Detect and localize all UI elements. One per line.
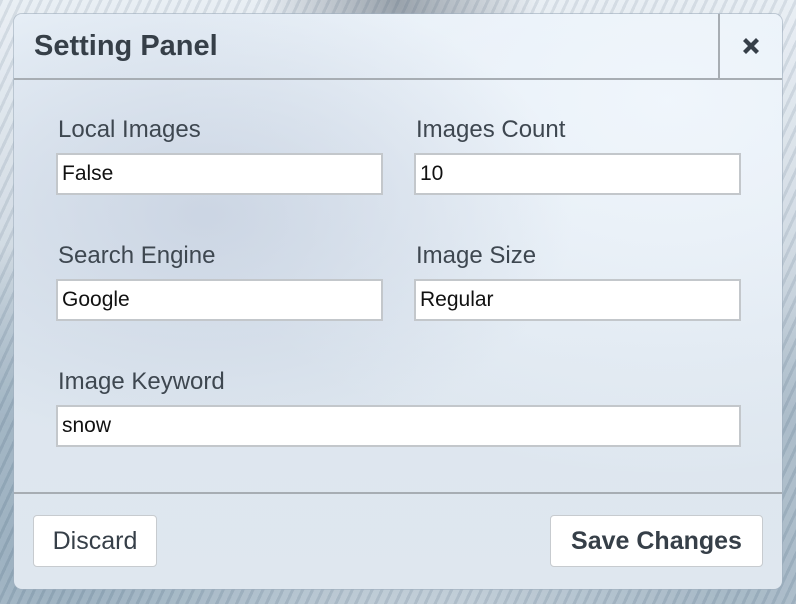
discard-button[interactable]: Discard	[33, 515, 157, 567]
images-count-label: Images Count	[416, 116, 566, 143]
save-changes-button[interactable]: Save Changes	[550, 515, 763, 567]
setting-panel: Setting Panel Local Images Images Count …	[14, 14, 782, 589]
panel-title: Setting Panel	[34, 30, 218, 62]
image-keyword-field[interactable]	[56, 405, 741, 447]
panel-footer: Discard Save Changes	[14, 492, 782, 589]
close-button[interactable]	[718, 14, 782, 78]
local-images-label: Local Images	[58, 116, 201, 143]
image-size-field[interactable]	[414, 279, 741, 321]
close-icon	[743, 38, 759, 54]
images-count-field[interactable]	[414, 153, 741, 195]
image-size-label: Image Size	[416, 242, 537, 269]
image-keyword-label: Image Keyword	[58, 368, 225, 395]
panel-header: Setting Panel	[14, 14, 782, 80]
search-engine-field[interactable]	[56, 279, 383, 321]
search-engine-label: Search Engine	[58, 242, 216, 269]
local-images-field[interactable]	[56, 153, 383, 195]
